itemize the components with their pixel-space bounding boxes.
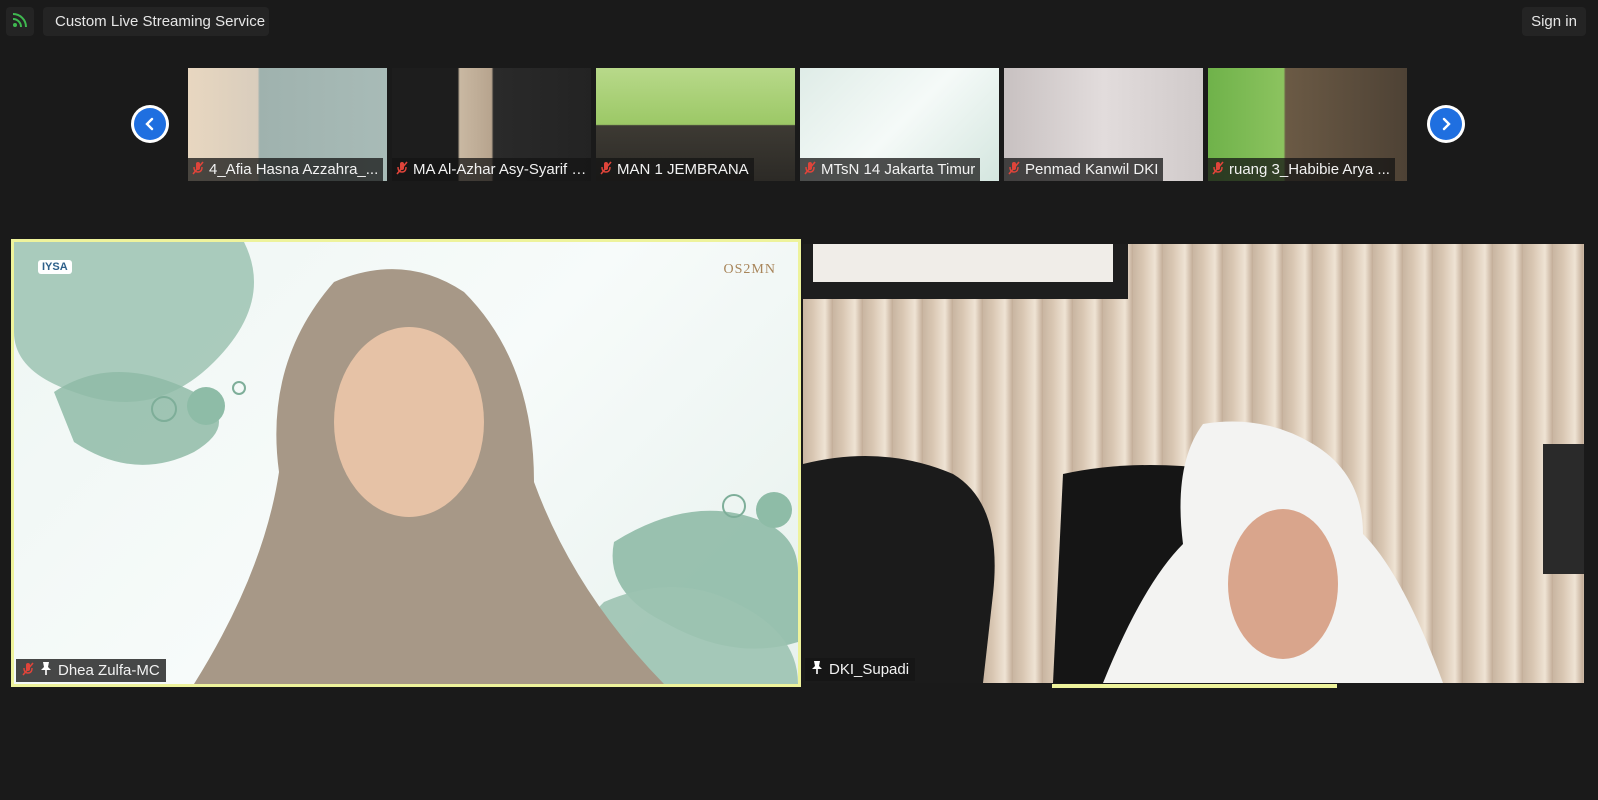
muted-mic-icon [600, 160, 612, 179]
chevron-right-icon [1442, 117, 1451, 131]
event-badge: IYSA [38, 260, 72, 274]
video-scene [803, 244, 1584, 683]
main-video-right[interactable]: DKI_Supadi [803, 244, 1584, 683]
chevron-left-icon [145, 117, 154, 131]
muted-mic-icon [804, 160, 816, 179]
muted-mic-icon [1212, 160, 1224, 179]
next-page-button[interactable] [1427, 105, 1465, 143]
muted-mic-icon [22, 661, 34, 680]
sign-in-label: Sign in [1531, 13, 1577, 30]
participant-tile[interactable]: MA Al-Azhar Asy-Syarif KI... [392, 68, 591, 181]
event-logo: OS2MN [723, 262, 776, 277]
participant-name-tag: Dhea Zulfa-MC [16, 659, 166, 682]
streaming-service-label: Custom Live Streaming Service [55, 13, 266, 30]
participant-label: MTsN 14 Jakarta Timur [800, 158, 981, 181]
participant-name: DKI_Supadi [829, 661, 910, 678]
participant-name: Dhea Zulfa-MC [58, 662, 160, 679]
participant-tile[interactable]: Penmad Kanwil DKI [1004, 68, 1203, 181]
active-speaker-indicator [1052, 684, 1337, 688]
participant-tile[interactable]: 4_Afia Hasna Azzahra_... [188, 68, 387, 181]
participant-tile[interactable]: ruang 3_Habibie Arya ... [1208, 68, 1407, 181]
streaming-service-button[interactable]: Custom Live Streaming Service [43, 7, 269, 36]
participant-label: MA Al-Azhar Asy-Syarif KI... [392, 158, 591, 181]
participant-name-tag: DKI_Supadi [805, 658, 916, 681]
participant-tile[interactable]: MTsN 14 Jakarta Timur [800, 68, 999, 181]
background-shapes [14, 242, 798, 684]
sign-in-button[interactable]: Sign in [1522, 7, 1586, 36]
pin-icon [40, 661, 52, 680]
live-stream-button[interactable] [6, 7, 34, 36]
previous-page-button[interactable] [131, 105, 169, 143]
participant-label: ruang 3_Habibie Arya ... [1208, 158, 1395, 181]
muted-mic-icon [1008, 160, 1020, 179]
muted-mic-icon [396, 160, 408, 179]
participant-label: 4_Afia Hasna Azzahra_... [188, 158, 384, 181]
participant-label: MAN 1 JEMBRANA [596, 158, 754, 181]
muted-mic-icon [192, 160, 204, 179]
participant-tile[interactable]: MAN 1 JEMBRANA [596, 68, 795, 181]
pin-icon [811, 660, 823, 679]
rss-icon [12, 12, 28, 32]
participant-label: Penmad Kanwil DKI [1004, 158, 1164, 181]
main-video-left[interactable]: IYSA OS2MN Dhea Zulfa-MC [11, 239, 801, 687]
